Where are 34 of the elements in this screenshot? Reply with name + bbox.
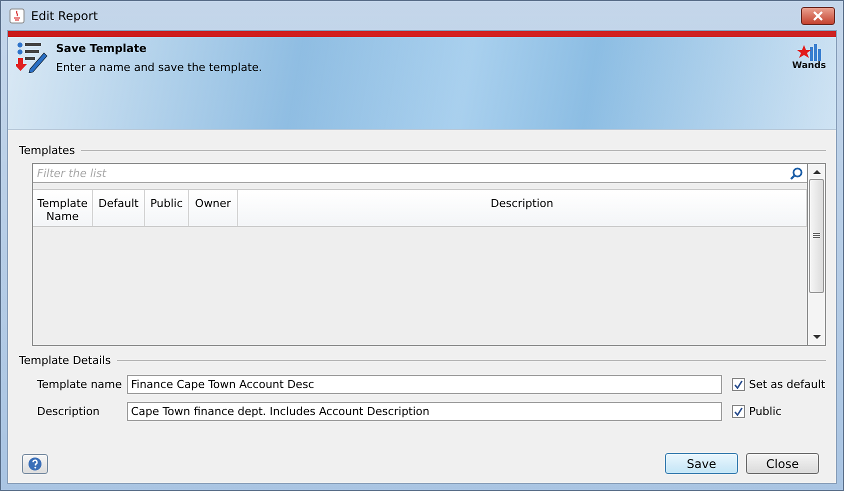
checkbox[interactable] <box>732 378 745 391</box>
save-button[interactable]: Save <box>665 453 738 474</box>
close-button[interactable] <box>801 6 835 24</box>
help-button[interactable] <box>22 454 48 474</box>
search-icon <box>790 166 803 180</box>
scroll-up-icon <box>812 169 820 174</box>
logo-text: Wands <box>792 61 826 71</box>
app-icon <box>9 8 25 24</box>
checkbox[interactable] <box>732 405 745 418</box>
window-title: Edit Report <box>31 8 99 22</box>
checkbox-label: Set as default <box>749 378 826 391</box>
section-label: Templates <box>19 144 75 157</box>
text-field[interactable]: Cape Town finance dept. Includes Account Description <box>127 402 722 421</box>
header-subtitle: Enter a name and save the template. <box>56 61 264 74</box>
close-button[interactable]: Close <box>746 453 819 474</box>
scroll-down-icon <box>812 335 820 340</box>
field-label: Description <box>37 405 101 418</box>
filter-box[interactable]: Filter the list <box>33 164 807 183</box>
field-label: Template name <box>37 378 123 391</box>
column-header[interactable]: Owner <box>189 190 238 226</box>
header-title: Save Template <box>56 42 148 55</box>
filter-field[interactable]: Filter the list <box>37 165 790 181</box>
close-icon <box>812 10 824 20</box>
help-icon <box>28 456 42 470</box>
section-label: Template Details <box>19 354 111 367</box>
column-header[interactable]: Public <box>145 190 189 226</box>
column-header[interactable]: Template Name <box>33 190 93 226</box>
grip-icon <box>813 233 820 239</box>
list-edit-icon <box>16 41 48 73</box>
column-header[interactable]: Default <box>93 190 145 226</box>
text-field[interactable]: Finance Cape Town Account Desc <box>127 375 722 394</box>
logo-icon <box>796 43 822 61</box>
checkbox-label: Public <box>749 405 782 418</box>
scrollbar[interactable] <box>807 163 826 346</box>
